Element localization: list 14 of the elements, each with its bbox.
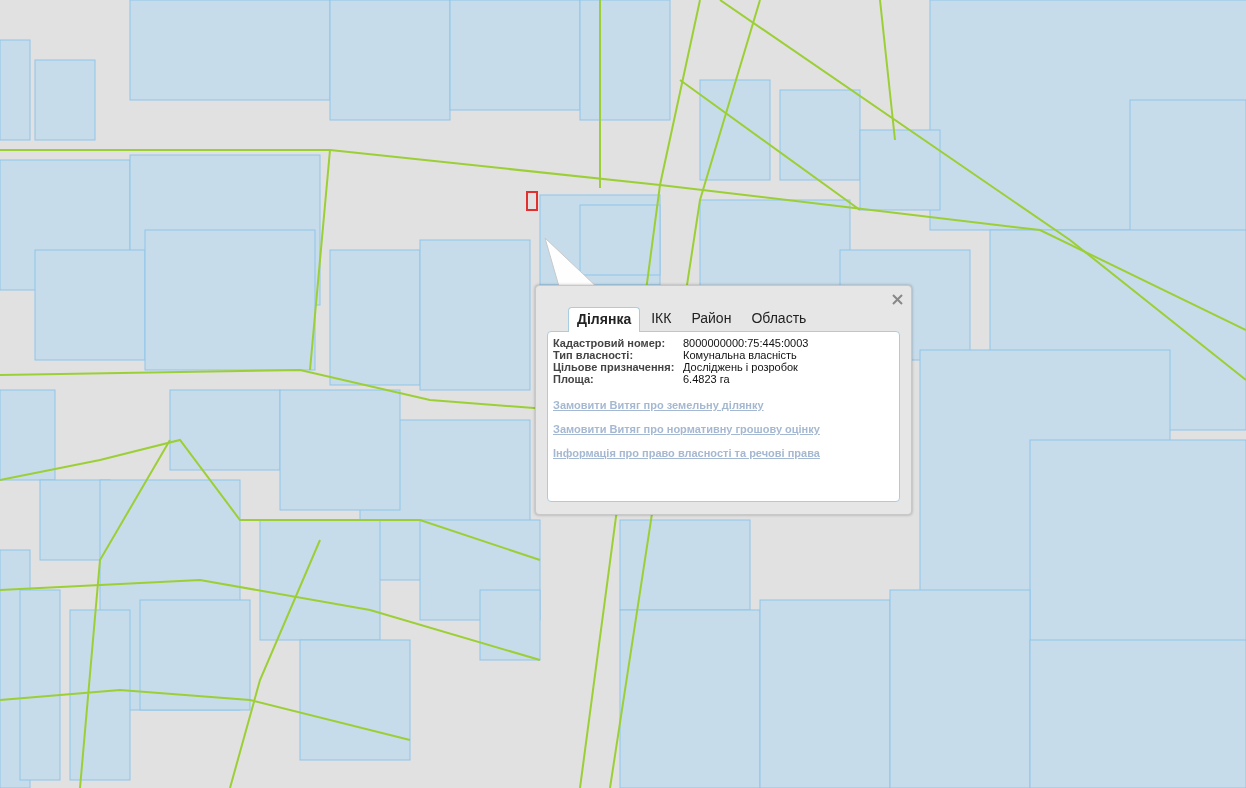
field-label: Кадастровий номер: [553, 337, 667, 349]
field-value: 8000000000:75:445:0003 [683, 337, 810, 349]
field-value: Досліджень і розробок [683, 361, 799, 373]
selected-parcel-marker [526, 191, 538, 211]
field-value: 6.4823 га [683, 373, 731, 385]
field-label: Площа: [553, 373, 595, 385]
close-icon[interactable] [892, 294, 903, 305]
popup-tab[interactable]: Район [682, 306, 741, 331]
field-value: Комунальна власність [683, 349, 798, 361]
popup-tab[interactable]: ІКК [642, 306, 681, 331]
field-label: Цільове призначення: [553, 361, 676, 373]
field-label: Тип власності: [553, 349, 635, 361]
popup-tab[interactable]: Область [742, 306, 816, 331]
popup-tab[interactable]: Ділянка [568, 307, 641, 332]
